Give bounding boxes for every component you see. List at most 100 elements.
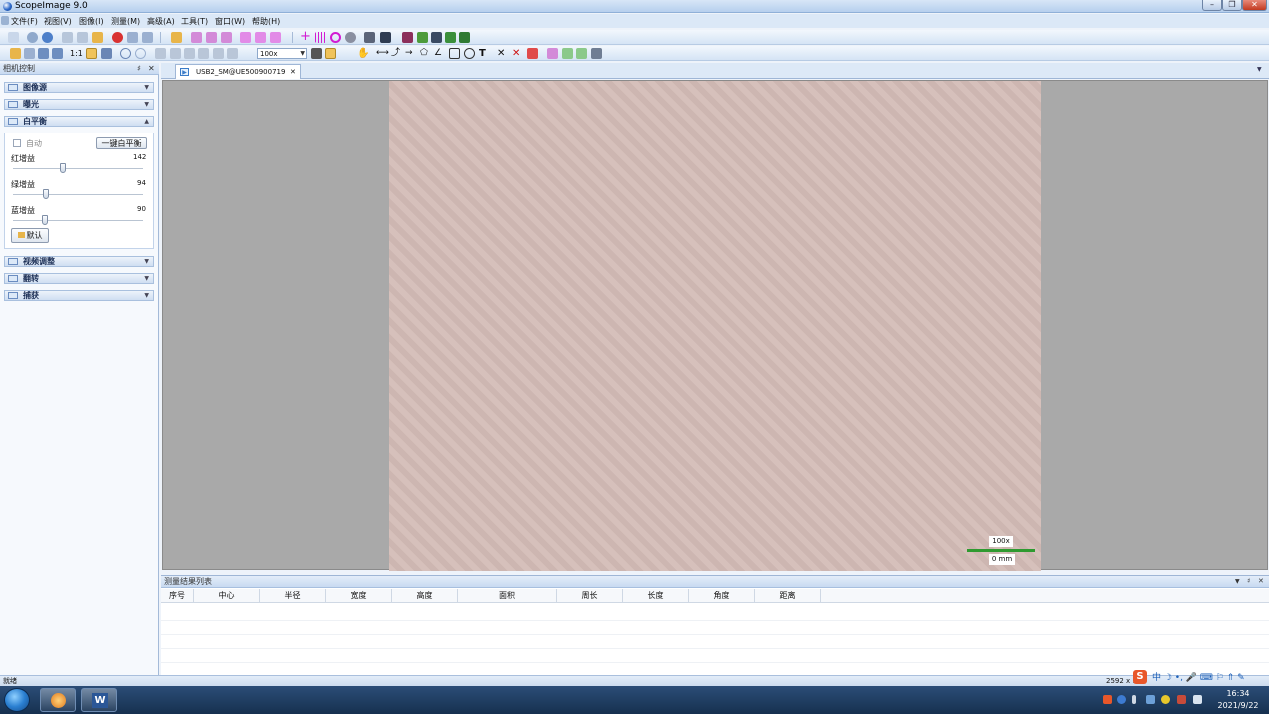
column-index[interactable]: 序号 xyxy=(161,589,194,603)
rotate-right-icon[interactable] xyxy=(198,48,209,59)
color-icon[interactable] xyxy=(527,48,538,59)
preview-icon[interactable] xyxy=(62,32,73,43)
auto-checkbox[interactable] xyxy=(13,139,21,147)
filter-icon[interactable] xyxy=(402,32,413,43)
default-button[interactable]: 默认 xyxy=(11,228,49,243)
layer-icon[interactable] xyxy=(445,32,456,43)
delete-all-icon[interactable]: ✕ xyxy=(512,48,523,59)
chevron-down-icon[interactable]: ▼ xyxy=(1235,576,1240,587)
back-icon[interactable] xyxy=(170,48,181,59)
magnifier-icon[interactable] xyxy=(345,32,356,43)
table-icon[interactable] xyxy=(591,48,602,59)
section-white-balance[interactable]: 白平衡 ▲ xyxy=(4,116,154,127)
red-gain-slider[interactable] xyxy=(13,168,143,170)
clock-date[interactable]: 2021/9/22 xyxy=(1210,701,1266,710)
stop-icon[interactable] xyxy=(142,32,153,43)
line-measure-icon[interactable]: ⟷ xyxy=(376,48,389,59)
column-width[interactable]: 宽度 xyxy=(326,589,392,603)
compare-icon[interactable] xyxy=(77,32,88,43)
ime-toolbar-icons[interactable]: 中 ☽ •, 🎤 ⌨ ⚐ ⇑ ✎ xyxy=(1152,673,1245,683)
menu-file[interactable]: 文件(F) xyxy=(11,16,38,27)
column-center[interactable]: 中心 xyxy=(194,589,260,603)
arrow-right-icon[interactable] xyxy=(240,32,251,43)
live-icon[interactable] xyxy=(27,32,38,43)
menu-image[interactable]: 图像(I) xyxy=(79,16,104,27)
document-tab[interactable]: ▶ USB2_SM@UE500900719 ✕ xyxy=(175,64,301,79)
arrow-double-icon[interactable] xyxy=(255,32,266,43)
fit-window-icon[interactable] xyxy=(86,48,97,59)
image-dropdown-icon[interactable] xyxy=(380,32,391,43)
histogram-icon[interactable] xyxy=(431,32,442,43)
column-distance[interactable]: 距离 xyxy=(755,589,821,603)
tray-volume-icon[interactable] xyxy=(1193,695,1202,704)
clock-time[interactable]: 16:34 xyxy=(1210,689,1266,698)
section-flip[interactable]: 翻转 ▼ xyxy=(4,273,154,284)
menu-window[interactable]: 窗口(W) xyxy=(215,16,245,27)
menu-advanced[interactable]: 高级(A) xyxy=(147,16,175,27)
align-right-icon[interactable] xyxy=(221,32,232,43)
menu-measure[interactable]: 测量(M) xyxy=(111,16,140,27)
minimize-button[interactable]: – xyxy=(1202,0,1222,11)
blue-gain-thumb[interactable] xyxy=(41,215,48,225)
column-area[interactable]: 面积 xyxy=(458,589,557,603)
tray-ime-icon[interactable] xyxy=(1103,695,1112,704)
save-icon[interactable] xyxy=(24,48,35,59)
arrow-end-icon[interactable] xyxy=(270,32,281,43)
column-length[interactable]: 长度 xyxy=(623,589,689,603)
open-icon[interactable] xyxy=(10,48,21,59)
menu-view[interactable]: 视图(V) xyxy=(44,16,72,27)
section-image-source[interactable]: 图像源 ▼ xyxy=(4,82,154,93)
image-view[interactable]: 100x 0 mm xyxy=(162,80,1268,571)
close-icon[interactable]: ✕ xyxy=(148,63,155,74)
text-icon[interactable]: T xyxy=(479,48,490,59)
undo-icon[interactable] xyxy=(38,48,49,59)
close-icon[interactable]: ✕ xyxy=(1258,576,1264,587)
folder-icon[interactable] xyxy=(92,32,103,43)
section-video-adjust[interactable]: 视频调整 ▼ xyxy=(4,256,154,267)
rectangle-icon[interactable] xyxy=(449,48,460,59)
polyline-icon[interactable]: ⤴ xyxy=(391,48,402,59)
zoom-out-icon[interactable] xyxy=(135,48,146,59)
section-exposure[interactable]: 曝光 ▼ xyxy=(4,99,154,110)
column-height[interactable]: 高度 xyxy=(392,589,458,603)
redo-icon[interactable] xyxy=(52,48,63,59)
tray-help-icon[interactable] xyxy=(1117,695,1126,704)
enhance-icon[interactable] xyxy=(417,32,428,43)
arrow-tool-icon[interactable]: → xyxy=(405,48,416,59)
pin-icon[interactable]: ♯ xyxy=(137,63,141,74)
column-angle[interactable]: 角度 xyxy=(689,589,755,603)
rotate-left-icon[interactable] xyxy=(184,48,195,59)
tab-list-chevron-icon[interactable]: ▼ xyxy=(1257,66,1262,73)
zoom-select[interactable]: 100x ▼ xyxy=(257,48,307,59)
overlay-icon[interactable] xyxy=(459,32,470,43)
green-gain-slider[interactable] xyxy=(13,194,143,196)
ime-logo-icon[interactable]: S xyxy=(1133,670,1147,684)
zoom-in-icon[interactable] xyxy=(120,48,131,59)
image-icon[interactable] xyxy=(364,32,375,43)
close-button[interactable]: ✕ xyxy=(1242,0,1267,11)
angle-icon[interactable]: ∠ xyxy=(434,48,445,59)
maximize-button[interactable]: ❐ xyxy=(1222,0,1242,11)
align-center-icon[interactable] xyxy=(206,32,217,43)
column-radius[interactable]: 半径 xyxy=(260,589,326,603)
hand-icon[interactable]: ✋ xyxy=(357,48,369,59)
tray-shield-icon[interactable] xyxy=(1146,695,1155,704)
export-icon[interactable] xyxy=(171,32,182,43)
export-data-icon[interactable] xyxy=(562,48,573,59)
menu-tools[interactable]: 工具(T) xyxy=(181,16,208,27)
crosshair-icon[interactable]: + xyxy=(300,30,311,43)
delete-icon[interactable]: ✕ xyxy=(497,48,508,59)
menu-help[interactable]: 帮助(H) xyxy=(252,16,280,27)
blue-gain-slider[interactable] xyxy=(13,220,143,222)
tray-security-icon[interactable] xyxy=(1161,695,1170,704)
start-button[interactable] xyxy=(4,688,30,712)
taskbar-app-word[interactable]: W xyxy=(81,688,117,712)
flip-icon[interactable] xyxy=(213,48,224,59)
report-icon[interactable] xyxy=(547,48,558,59)
snapshot-icon[interactable] xyxy=(8,32,19,43)
camera-settings-icon[interactable] xyxy=(42,32,53,43)
target-icon[interactable] xyxy=(330,32,341,43)
align-left-icon[interactable] xyxy=(191,32,202,43)
circle-icon[interactable] xyxy=(464,48,475,59)
one-click-white-balance-button[interactable]: 一键白平衡 xyxy=(96,137,147,149)
